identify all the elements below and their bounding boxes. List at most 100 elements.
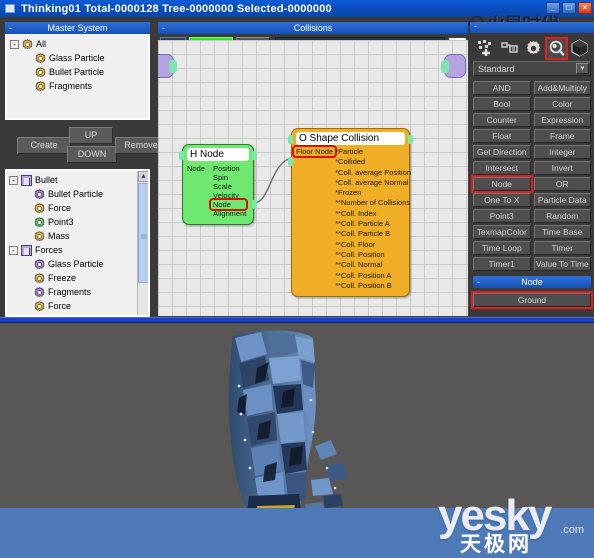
operator-button-get-direction[interactable]: Get Direction xyxy=(473,145,531,159)
graph-input-port[interactable] xyxy=(158,54,177,78)
3d-viewport[interactable] xyxy=(0,323,594,508)
dynamics-tree-panel[interactable]: - Bullet Bullet Particle Force Point3 Mass - Fo… xyxy=(5,169,150,317)
onode-output[interactable]: *Particle xyxy=(335,147,411,157)
hnode-output[interactable]: Velocity xyxy=(213,191,246,200)
operator-button-time-loop[interactable]: Time Loop xyxy=(473,241,531,255)
chevron-down-icon[interactable]: ▼ xyxy=(576,63,589,74)
tree-item[interactable]: Bullet Particle xyxy=(10,65,148,79)
tree-item[interactable]: - All xyxy=(10,37,148,51)
operator-button-color[interactable]: Color xyxy=(533,97,591,111)
maximize-button[interactable]: □ xyxy=(562,2,576,14)
onode-output[interactable]: *Frozen xyxy=(335,188,411,198)
gear-icon[interactable] xyxy=(524,39,542,58)
operator-panel-collapse-icon[interactable]: - xyxy=(474,21,477,31)
cube-icon[interactable] xyxy=(571,39,589,58)
master-system-collapse-icon[interactable]: - xyxy=(9,22,12,34)
tree-expander-icon[interactable]: - xyxy=(10,39,19,49)
hnode-output[interactable]: Position xyxy=(213,164,246,173)
onode-output[interactable]: **Coll. Position B xyxy=(335,281,411,291)
tree-item[interactable]: Glass Particle xyxy=(9,257,148,271)
up-button[interactable]: UP xyxy=(69,127,113,144)
preset-dropdown[interactable]: Standard ▼ xyxy=(473,61,591,76)
operator-button-timer[interactable]: Timer xyxy=(533,241,591,255)
hnode-output[interactable]: Node xyxy=(208,198,249,211)
onode-output[interactable]: **Coll. Particle A xyxy=(335,219,411,229)
hnode-input[interactable]: Node xyxy=(187,164,213,173)
operator-button-add-multiply[interactable]: Add&Multiply xyxy=(533,81,591,95)
tree-expander-icon[interactable]: - xyxy=(9,245,18,255)
onode-in-port[interactable] xyxy=(288,135,293,144)
tree-item[interactable]: Point3 xyxy=(9,215,148,229)
operator-button-counter[interactable]: Counter xyxy=(473,113,531,127)
master-system-list[interactable]: - All Glass Particle Bullet Particle Fragmen… xyxy=(5,34,150,120)
operator-button-or[interactable]: OR xyxy=(533,177,591,191)
onode-output[interactable]: **Coll. Index xyxy=(335,209,411,219)
dynamics-tree-list[interactable]: - Bullet Bullet Particle Force Point3 Mass - Fo… xyxy=(9,173,148,315)
tree-item[interactable]: Mass xyxy=(9,229,148,243)
operator-button-texmapcolor[interactable]: TexmapColor xyxy=(473,225,531,239)
tree-item[interactable]: Freeze xyxy=(9,271,148,285)
hnode-in-port[interactable] xyxy=(179,151,184,160)
scroll-up-arrow-icon[interactable]: ▲ xyxy=(138,171,148,182)
operator-button-float[interactable]: Float xyxy=(473,129,531,143)
node-editor-collapse-icon[interactable]: - xyxy=(162,22,165,34)
onode-output[interactable]: **Number of Collisions xyxy=(335,198,411,208)
close-button[interactable]: × xyxy=(578,2,592,14)
operator-button-invert[interactable]: Invert xyxy=(533,161,591,175)
add-node-icon[interactable] xyxy=(477,39,495,58)
node-graph-canvas[interactable]: H Node Node Position Spin Scale Velocity Nod… xyxy=(158,40,468,316)
onode-output[interactable]: *Coll. average Normal xyxy=(335,178,411,188)
onode-in-port-floor[interactable] xyxy=(288,157,293,166)
tree-item[interactable]: Glass Particle xyxy=(10,51,148,65)
onode-output[interactable]: **Coll. Position xyxy=(335,250,411,260)
ground-entry-button[interactable]: Ground xyxy=(471,291,593,309)
operator-button-time-base[interactable]: Time Base xyxy=(533,225,591,239)
onode-output[interactable]: *Collided xyxy=(335,157,411,167)
operator-button-intersect[interactable]: Intersect xyxy=(473,161,531,175)
down-button[interactable]: DOWN xyxy=(67,146,117,163)
hnode-out-port[interactable] xyxy=(252,151,257,160)
tree-item[interactable]: Fragments xyxy=(9,285,148,299)
operator-button-integer[interactable]: Integer xyxy=(533,145,591,159)
operator-button-expression[interactable]: Expression xyxy=(533,113,591,127)
connector-icon[interactable] xyxy=(500,39,518,58)
tree-scrollbar[interactable]: ▲ xyxy=(137,171,148,315)
create-button[interactable]: Create xyxy=(17,137,71,154)
magnifier-icon[interactable] xyxy=(545,36,568,60)
onode-out-port[interactable] xyxy=(408,135,413,144)
operator-button-node[interactable]: Node xyxy=(471,175,533,193)
hnode-output[interactable]: Spin xyxy=(213,173,246,182)
tree-item[interactable]: - Bullet xyxy=(9,173,148,187)
graph-output-port[interactable] xyxy=(441,54,466,78)
hnode-output[interactable]: Alignment xyxy=(213,209,246,218)
window-system-icon[interactable] xyxy=(5,4,15,13)
operator-button-point3[interactable]: Point3 xyxy=(473,209,531,223)
tree-expander-icon[interactable]: - xyxy=(9,175,18,185)
operator-button-timer1[interactable]: Timer1 xyxy=(473,257,531,271)
tree-item[interactable]: Fragments xyxy=(10,79,148,93)
operator-button-and[interactable]: AND xyxy=(473,81,531,95)
tree-item[interactable]: Bullet Particle xyxy=(9,187,148,201)
onode-output[interactable]: *Coll. average Position xyxy=(335,168,411,178)
operator-button-bool[interactable]: Bool xyxy=(473,97,531,111)
onode-output[interactable]: **Coll. Particle B xyxy=(335,229,411,239)
node-o-shape-collision[interactable]: O Shape Collision Floor Node *Particle *C… xyxy=(288,128,413,297)
operator-button-value-to-time[interactable]: Value To Time xyxy=(533,257,591,271)
node-h-node[interactable]: H Node Node Position Spin Scale Velocity Nod… xyxy=(179,144,257,225)
node-section-collapse-icon[interactable]: - xyxy=(477,276,480,288)
onode-output[interactable]: **Coll. Position A xyxy=(335,271,411,281)
onode-input[interactable]: Floor Node xyxy=(291,145,338,158)
operator-button-one-to-x[interactable]: One To X xyxy=(473,193,531,207)
tree-item[interactable]: Force xyxy=(9,201,148,215)
onode-output[interactable]: **Coll. Floor xyxy=(335,240,411,250)
tree-item[interactable]: Force xyxy=(9,299,148,313)
hnode-out-port-node[interactable] xyxy=(252,200,257,209)
operator-button-frame[interactable]: Frame xyxy=(533,129,591,143)
hnode-output[interactable]: Scale xyxy=(213,182,246,191)
operator-button-random[interactable]: Random xyxy=(533,209,591,223)
tree-item[interactable]: - Forces xyxy=(9,243,148,257)
minimize-button[interactable]: _ xyxy=(546,2,560,14)
operator-button-particle-data[interactable]: Particle Data xyxy=(533,193,591,207)
onode-output[interactable]: **Coll. Normal xyxy=(335,260,411,270)
scrollbar-thumb[interactable] xyxy=(138,183,148,283)
